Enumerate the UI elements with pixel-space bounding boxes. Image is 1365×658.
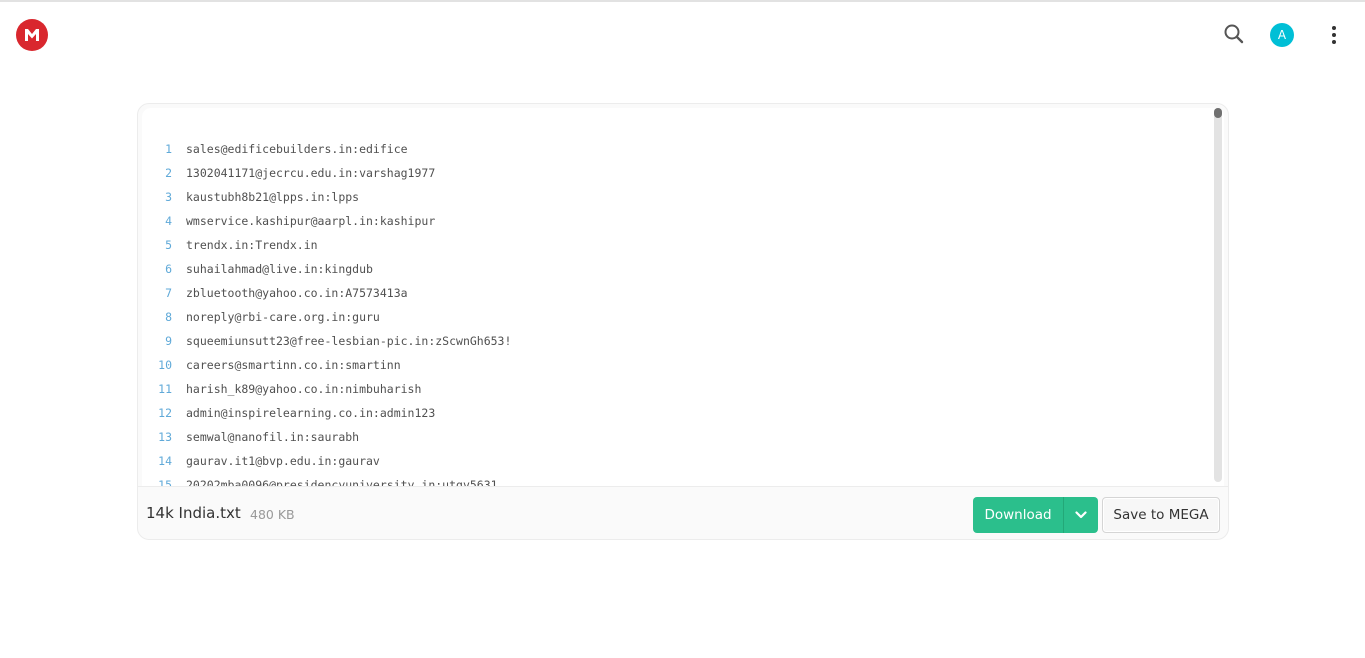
more-vertical-icon-dot bbox=[1332, 33, 1336, 37]
line-text: gaurav.it1@bvp.edu.in:gaurav bbox=[186, 454, 380, 468]
more-vertical-icon-dot bbox=[1332, 40, 1336, 44]
line-text: zbluetooth@yahoo.co.in:A7573413a bbox=[186, 286, 408, 300]
line-number: 8 bbox=[165, 310, 172, 324]
download-button[interactable]: Download bbox=[973, 497, 1064, 533]
line-text: semwal@nanofil.in:saurabh bbox=[186, 430, 360, 444]
text-line: 8 noreply@rbi-care.org.in:guru bbox=[142, 305, 1202, 329]
line-text: 1302041171@jecrcu.edu.in:varshag1977 bbox=[186, 166, 436, 180]
text-line: 2 1302041171@jecrcu.edu.in:varshag1977 bbox=[142, 161, 1202, 185]
text-line: 12 admin@inspirelearning.co.in:admin123 bbox=[142, 401, 1202, 425]
line-number: 12 bbox=[158, 406, 172, 420]
mega-logo-icon[interactable] bbox=[16, 19, 48, 51]
file-footer: 14k India.txt 480 KB Download Save to ME… bbox=[138, 486, 1228, 539]
text-lines: 1 sales@edificebuilders.in:edifice 2 130204… bbox=[142, 137, 1202, 486]
download-button-group: Download bbox=[973, 497, 1098, 533]
line-number: 10 bbox=[158, 358, 172, 372]
file-size: 480 KB bbox=[250, 507, 295, 522]
line-text: admin@inspirelearning.co.in:admin123 bbox=[186, 406, 436, 420]
search-icon bbox=[1224, 24, 1244, 44]
text-line: 13 semwal@nanofil.in:saurabh bbox=[142, 425, 1202, 449]
line-number: 4 bbox=[165, 214, 172, 228]
mega-m-glyph bbox=[25, 29, 39, 41]
line-text: suhailahmad@live.in:kingdub bbox=[186, 262, 373, 276]
text-line: 15 20202mba0096@presidencyuniversity.in:u… bbox=[142, 473, 1202, 486]
line-text: squeemiunsutt23@free-lesbian-pic.in:zScw… bbox=[186, 334, 512, 348]
line-text: 20202mba0096@presidencyuniversity.in:utg… bbox=[186, 478, 498, 486]
text-line: 6 suhailahmad@live.in:kingdub bbox=[142, 257, 1202, 281]
line-number: 3 bbox=[165, 190, 172, 204]
chevron-down-icon bbox=[1075, 511, 1087, 519]
line-number: 6 bbox=[165, 262, 172, 276]
top-bar: A bbox=[0, 2, 1365, 68]
save-to-mega-button[interactable]: Save to MEGA bbox=[1102, 497, 1220, 533]
text-line: 11 harish_k89@yahoo.co.in:nimbuharish bbox=[142, 377, 1202, 401]
line-text: trendx.in:Trendx.in bbox=[186, 238, 318, 252]
line-number: 7 bbox=[165, 286, 172, 300]
avatar[interactable]: A bbox=[1270, 23, 1294, 47]
text-preview[interactable]: 1 sales@edificebuilders.in:edifice 2 130204… bbox=[142, 108, 1224, 486]
download-options-button[interactable] bbox=[1064, 497, 1098, 533]
more-vertical-icon bbox=[1332, 26, 1336, 30]
file-preview-panel: 1 sales@edificebuilders.in:edifice 2 130204… bbox=[137, 103, 1229, 540]
text-line: 10 careers@smartinn.co.in:smartinn bbox=[142, 353, 1202, 377]
text-line: 4 wmservice.kashipur@aarpl.in:kashipur bbox=[142, 209, 1202, 233]
line-text: wmservice.kashipur@aarpl.in:kashipur bbox=[186, 214, 436, 228]
more-menu-button[interactable] bbox=[1322, 22, 1346, 48]
text-line: 14 gaurav.it1@bvp.edu.in:gaurav bbox=[142, 449, 1202, 473]
line-number: 9 bbox=[165, 334, 172, 348]
line-text: sales@edificebuilders.in:edifice bbox=[186, 142, 408, 156]
line-number: 11 bbox=[158, 382, 172, 396]
line-number: 14 bbox=[158, 454, 172, 468]
text-line: 9 squeemiunsutt23@free-lesbian-pic.in:zSc… bbox=[142, 329, 1202, 353]
line-number: 13 bbox=[158, 430, 172, 444]
file-name: 14k India.txt bbox=[146, 504, 241, 522]
line-text: careers@smartinn.co.in:smartinn bbox=[186, 358, 401, 372]
line-text: kaustubh8b21@lpps.in:lpps bbox=[186, 190, 360, 204]
text-line: 3 kaustubh8b21@lpps.in:lpps bbox=[142, 185, 1202, 209]
search-button[interactable] bbox=[1222, 22, 1246, 46]
text-line: 1 sales@edificebuilders.in:edifice bbox=[142, 137, 1202, 161]
scrollbar[interactable] bbox=[1214, 108, 1222, 482]
line-number: 15 bbox=[158, 478, 172, 486]
line-number: 5 bbox=[165, 238, 172, 252]
text-line: 5 trendx.in:Trendx.in bbox=[142, 233, 1202, 257]
scrollbar-thumb[interactable] bbox=[1214, 108, 1222, 118]
line-text: noreply@rbi-care.org.in:guru bbox=[186, 310, 380, 324]
text-line: 7 zbluetooth@yahoo.co.in:A7573413a bbox=[142, 281, 1202, 305]
line-number: 2 bbox=[165, 166, 172, 180]
line-text: harish_k89@yahoo.co.in:nimbuharish bbox=[186, 382, 422, 396]
line-number: 1 bbox=[165, 142, 172, 156]
